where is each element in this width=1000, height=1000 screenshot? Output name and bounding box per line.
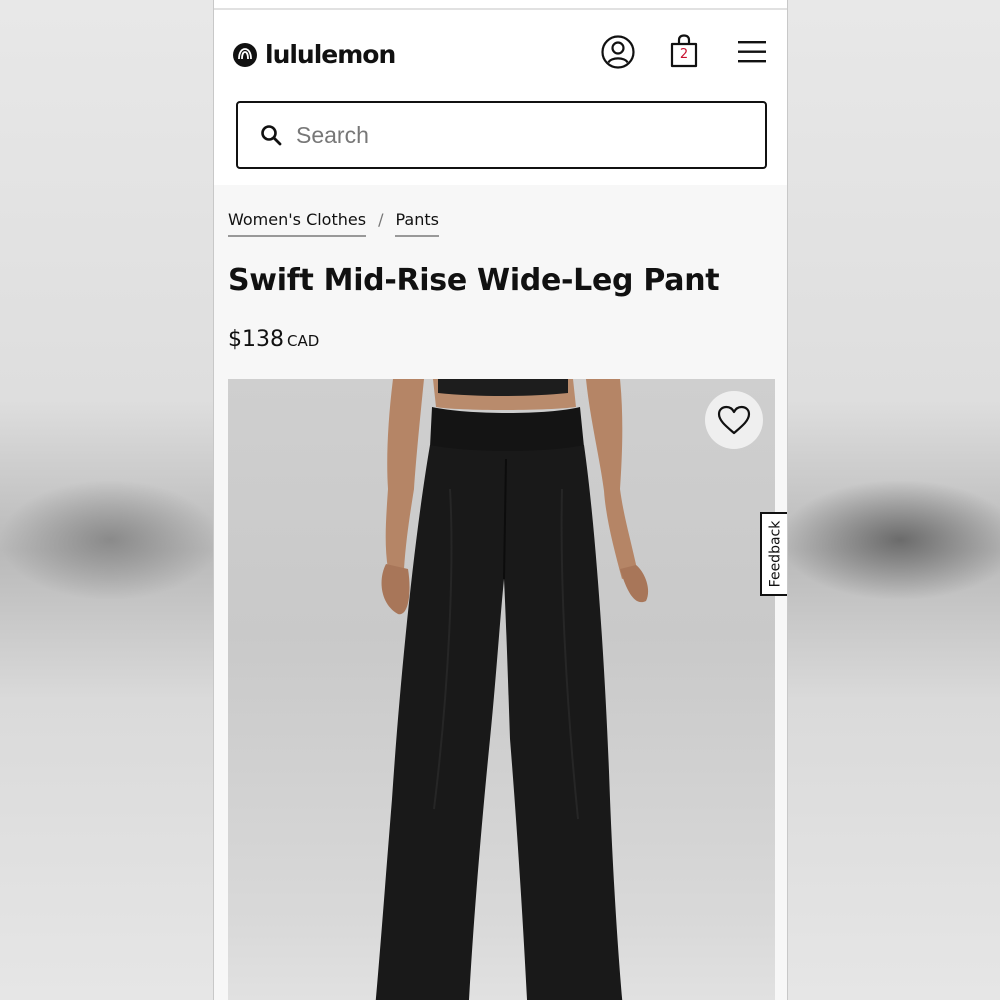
lululemon-logo-icon <box>233 42 257 67</box>
brand-name: lululemon <box>265 40 396 69</box>
price-amount: $138 <box>228 327 284 352</box>
top-bar <box>214 0 787 10</box>
brand-logo[interactable]: lululemon <box>233 40 396 69</box>
breadcrumb-pants[interactable]: Pants <box>395 210 439 237</box>
breadcrumb: Women's Clothes / Pants <box>228 210 439 237</box>
breadcrumb-womens-clothes[interactable]: Women's Clothes <box>228 210 367 237</box>
add-to-wishlist-button[interactable] <box>705 391 763 449</box>
mobile-page: lululemon 2 Search Women's Clothes / Pan… <box>213 0 788 1000</box>
price-currency: CAD <box>287 332 320 350</box>
product-image[interactable] <box>228 379 775 1000</box>
feedback-tab[interactable]: Feedback <box>760 512 787 596</box>
search-box[interactable] <box>236 101 767 169</box>
product-title: Swift Mid-Rise Wide-Leg Pant <box>228 263 720 298</box>
breadcrumb-separator: / <box>378 210 384 229</box>
account-button[interactable] <box>600 34 636 70</box>
search-input[interactable] <box>296 121 716 149</box>
site-header: lululemon 2 <box>214 10 787 185</box>
feedback-label: Feedback <box>767 520 784 588</box>
search-icon <box>261 125 282 146</box>
heart-icon <box>717 405 751 435</box>
menu-button[interactable] <box>736 40 768 64</box>
product-photo-model-in-black-pants <box>375 379 649 1000</box>
account-icon <box>601 35 635 69</box>
product-price: $138 CAD <box>228 327 319 352</box>
bag-item-count: 2 <box>679 47 689 62</box>
hamburger-menu-icon <box>738 41 766 63</box>
shopping-bag-button[interactable]: 2 <box>669 33 699 69</box>
